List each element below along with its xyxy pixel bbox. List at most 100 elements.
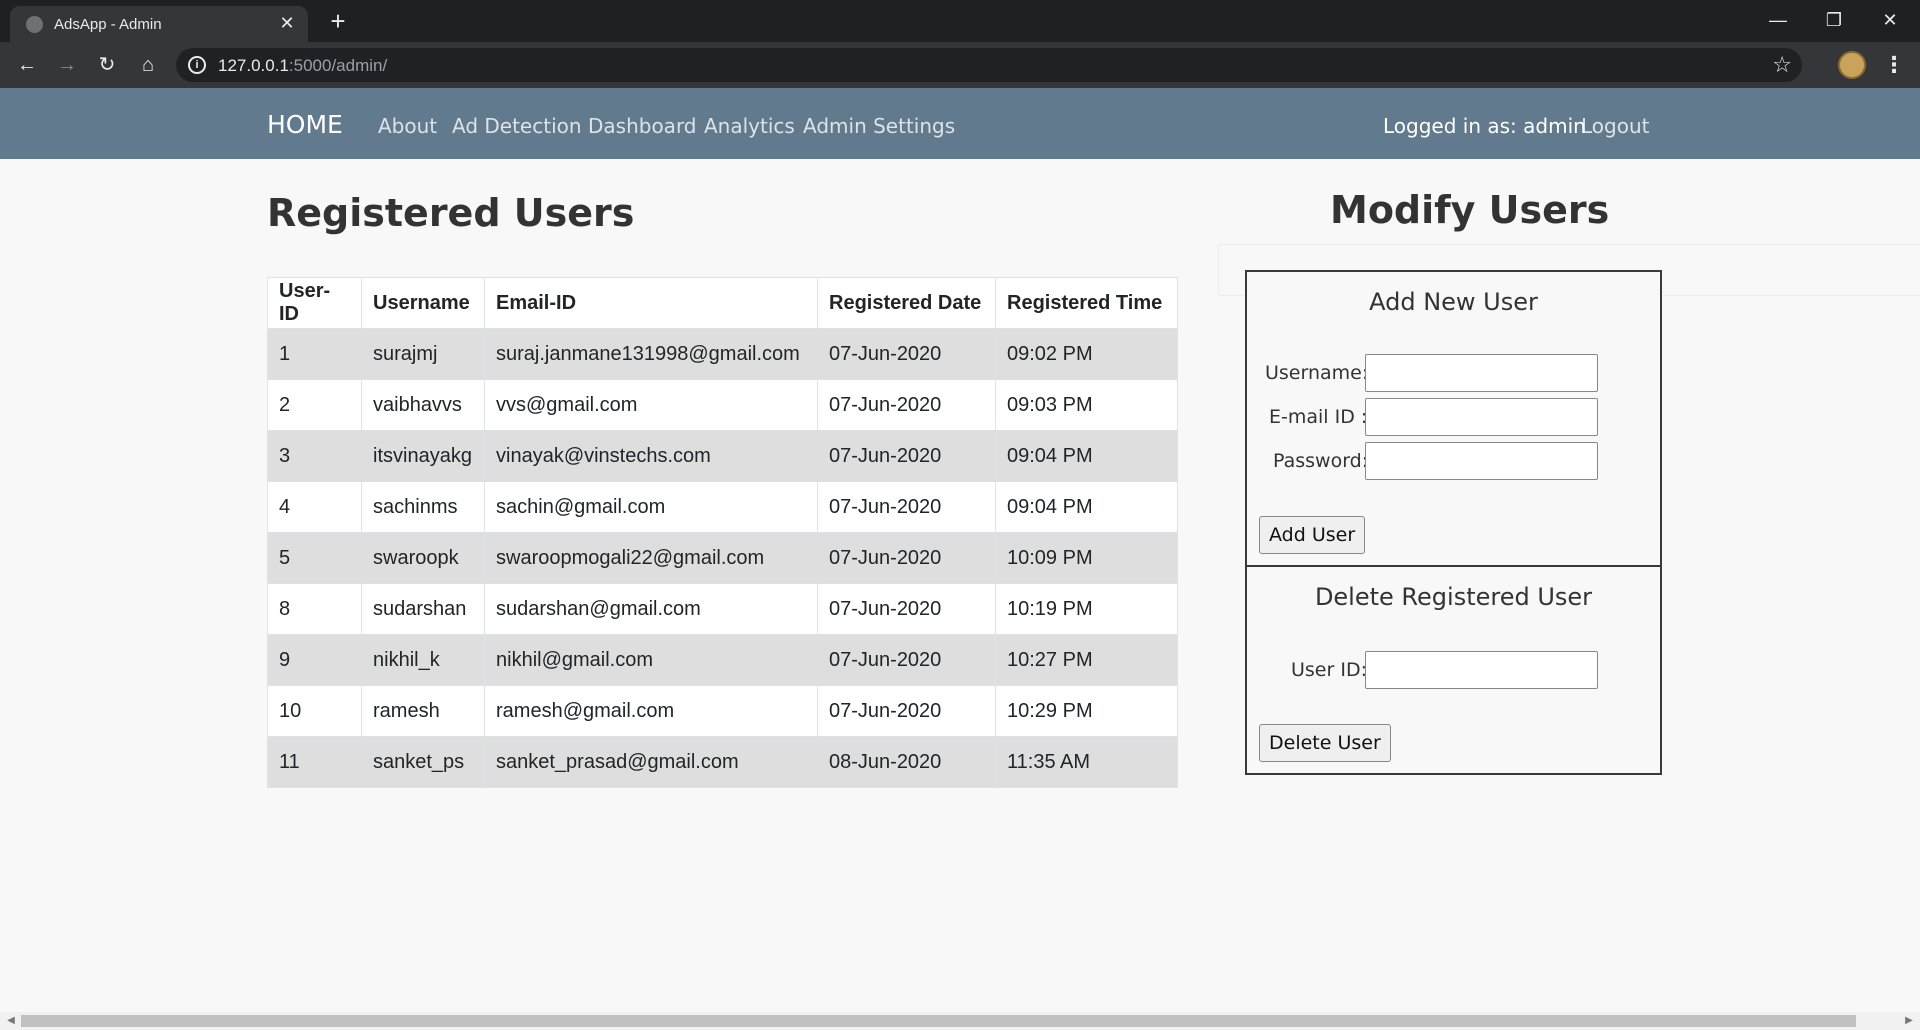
- cell-date: 07-Jun-2020: [817, 583, 996, 635]
- table-row: 5 swaroopk swaroopmogali22@gmail.com 07-…: [267, 532, 1178, 584]
- scroll-right-arrow-icon[interactable]: ▶: [1902, 1012, 1916, 1030]
- nav-link-ad-detection[interactable]: Ad Detection: [452, 114, 582, 138]
- cell-email: sachin@gmail.com: [484, 481, 818, 533]
- table-row: 11 sanket_ps sanket_prasad@gmail.com 08-…: [267, 736, 1178, 788]
- info-icon[interactable]: i: [188, 56, 206, 74]
- cell-user-id: 4: [267, 481, 362, 533]
- cell-email: sudarshan@gmail.com: [484, 583, 818, 635]
- cell-date: 07-Jun-2020: [817, 634, 996, 686]
- nav-link-analytics[interactable]: Analytics: [704, 114, 795, 138]
- cell-username: nikhil_k: [361, 634, 485, 686]
- cell-date: 08-Jun-2020: [817, 736, 996, 788]
- cell-email: sanket_prasad@gmail.com: [484, 736, 818, 788]
- cell-user-id: 1: [267, 328, 362, 380]
- bookmark-star-icon[interactable]: ☆: [1772, 52, 1792, 78]
- nav-link-about[interactable]: About: [378, 114, 437, 138]
- cell-time: 09:03 PM: [995, 379, 1178, 431]
- cell-email: suraj.janmane131998@gmail.com: [484, 328, 818, 380]
- delete-user-button[interactable]: Delete User: [1259, 724, 1391, 762]
- cell-email: vinayak@vinstechs.com: [484, 430, 818, 482]
- registered-users-title: Registered Users: [267, 191, 635, 235]
- cell-username: vaibhavvs: [361, 379, 485, 431]
- cell-user-id: 11: [267, 736, 362, 788]
- browser-tab-bar: AdsApp - Admin ✕ + — ❐ ✕: [0, 0, 1920, 42]
- column-header: Registered Date: [817, 277, 996, 329]
- profile-avatar[interactable]: [1838, 51, 1866, 79]
- cell-username: sudarshan: [361, 583, 485, 635]
- table-row: 8 sudarshan sudarshan@gmail.com 07-Jun-2…: [267, 583, 1178, 635]
- reload-icon[interactable]: ↻: [93, 51, 121, 79]
- user-id-input[interactable]: [1365, 651, 1598, 689]
- users-table: User-ID Username Email-ID Registered Dat…: [267, 277, 1178, 788]
- cell-user-id: 10: [267, 685, 362, 737]
- cell-date: 07-Jun-2020: [817, 430, 996, 482]
- cell-time: 09:04 PM: [995, 481, 1178, 533]
- forward-icon[interactable]: →: [53, 51, 81, 79]
- browser-toolbar: ← → ↻ ⌂ i 127.0.0.1:5000/admin/ ☆ ⋮: [0, 42, 1920, 88]
- home-link[interactable]: HOME: [267, 110, 343, 139]
- add-user-button[interactable]: Add User: [1259, 516, 1366, 554]
- table-row: 2 vaibhavvs vvs@gmail.com 07-Jun-2020 09…: [267, 379, 1178, 431]
- cell-username: itsvinayakg: [361, 430, 485, 482]
- cell-user-id: 5: [267, 532, 362, 584]
- cell-user-id: 2: [267, 379, 362, 431]
- delete-user-form: Delete Registered User User ID: Delete U…: [1245, 565, 1662, 775]
- table-row: 1 surajmj suraj.janmane131998@gmail.com …: [267, 328, 1178, 380]
- user-id-label: User ID:: [1291, 659, 1367, 681]
- back-icon[interactable]: ←: [13, 51, 41, 79]
- table-row: 9 nikhil_k nikhil@gmail.com 07-Jun-2020 …: [267, 634, 1178, 686]
- password-label: Password:: [1273, 450, 1369, 472]
- minimize-icon[interactable]: —: [1758, 6, 1798, 34]
- scroll-left-arrow-icon[interactable]: ◀: [4, 1012, 18, 1030]
- username-input[interactable]: [1365, 354, 1598, 392]
- cell-time: 09:04 PM: [995, 430, 1178, 482]
- tab-close-icon[interactable]: ✕: [276, 12, 298, 34]
- username-label: Username:: [1265, 362, 1369, 384]
- logout-link[interactable]: Logout: [1581, 114, 1649, 138]
- modify-users-title: Modify Users: [1330, 188, 1610, 232]
- cell-email: ramesh@gmail.com: [484, 685, 818, 737]
- table-header-row: User-ID Username Email-ID Registered Dat…: [267, 277, 1178, 329]
- column-header: User-ID: [267, 277, 362, 329]
- cell-date: 07-Jun-2020: [817, 481, 996, 533]
- horizontal-scrollbar[interactable]: ◀ ▶: [0, 1012, 1920, 1030]
- cell-username: swaroopk: [361, 532, 485, 584]
- table-row: 4 sachinms sachin@gmail.com 07-Jun-2020 …: [267, 481, 1178, 533]
- tab-title: AdsApp - Admin: [54, 16, 162, 33]
- url-text: 127.0.0.1:5000/admin/: [218, 56, 388, 75]
- cell-date: 07-Jun-2020: [817, 532, 996, 584]
- table-row: 3 itsvinayakg vinayak@vinstechs.com 07-J…: [267, 430, 1178, 482]
- window-close-icon[interactable]: ✕: [1870, 6, 1910, 34]
- email-input[interactable]: [1365, 398, 1598, 436]
- table-row: 10 ramesh ramesh@gmail.com 07-Jun-2020 1…: [267, 685, 1178, 737]
- globe-icon: [26, 16, 43, 33]
- add-user-title: Add New User: [1369, 288, 1538, 316]
- column-header: Registered Time: [995, 277, 1178, 329]
- delete-user-title: Delete Registered User: [1314, 583, 1593, 611]
- browser-tab[interactable]: AdsApp - Admin ✕: [10, 6, 308, 42]
- nav-link-admin-settings[interactable]: Admin Settings: [803, 114, 955, 138]
- cell-time: 10:19 PM: [995, 583, 1178, 635]
- nav-link-dashboard[interactable]: Dashboard: [588, 114, 697, 138]
- cell-date: 07-Jun-2020: [817, 379, 996, 431]
- cell-date: 07-Jun-2020: [817, 328, 996, 380]
- cell-date: 07-Jun-2020: [817, 685, 996, 737]
- cell-time: 10:27 PM: [995, 634, 1178, 686]
- cell-email: swaroopmogali22@gmail.com: [484, 532, 818, 584]
- menu-kebab-icon[interactable]: ⋮: [1880, 51, 1908, 79]
- cell-email: nikhil@gmail.com: [484, 634, 818, 686]
- new-tab-icon[interactable]: +: [324, 8, 352, 36]
- restore-icon[interactable]: ❐: [1814, 6, 1854, 34]
- logged-in-label: Logged in as: admin: [1383, 114, 1586, 138]
- email-label: E-mail ID :: [1269, 406, 1368, 428]
- cell-user-id: 3: [267, 430, 362, 482]
- cell-email: vvs@gmail.com: [484, 379, 818, 431]
- password-input[interactable]: [1365, 442, 1598, 480]
- column-header: Email-ID: [484, 277, 818, 329]
- address-bar[interactable]: i 127.0.0.1:5000/admin/ ☆: [176, 48, 1802, 82]
- cell-time: 10:29 PM: [995, 685, 1178, 737]
- home-icon[interactable]: ⌂: [134, 51, 162, 79]
- cell-time: 11:35 AM: [995, 736, 1178, 788]
- scrollbar-thumb[interactable]: [21, 1015, 1856, 1027]
- cell-time: 09:02 PM: [995, 328, 1178, 380]
